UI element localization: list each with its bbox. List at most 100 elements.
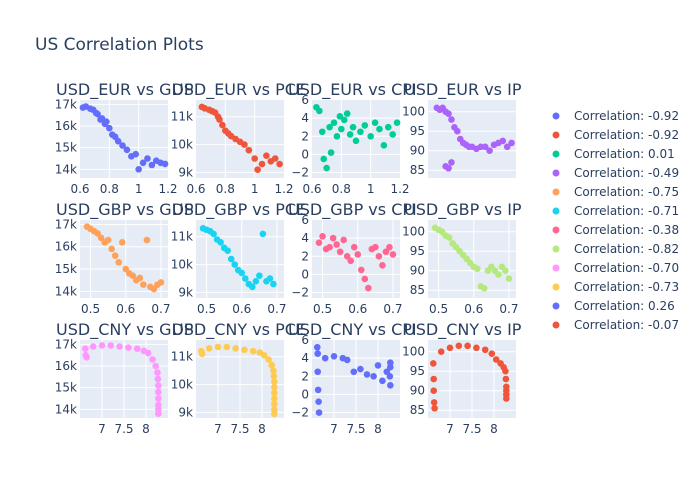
data-point[interactable]: [116, 343, 123, 350]
data-point[interactable]: [144, 155, 151, 162]
data-point[interactable]: [118, 238, 126, 246]
data-point[interactable]: [132, 150, 140, 158]
data-point[interactable]: [323, 164, 330, 172]
data-point[interactable]: [276, 160, 283, 168]
data-point[interactable]: [161, 160, 169, 168]
data-point[interactable]: [386, 372, 394, 380]
data-point[interactable]: [387, 382, 394, 389]
data-point[interactable]: [430, 399, 438, 406]
data-point[interactable]: [210, 230, 217, 238]
data-point[interactable]: [149, 356, 156, 363]
data-point[interactable]: [455, 342, 463, 350]
data-point[interactable]: [107, 342, 115, 349]
data-point[interactable]: [374, 362, 382, 369]
data-point[interactable]: [430, 375, 438, 383]
data-point[interactable]: [258, 160, 266, 168]
data-point[interactable]: [265, 356, 272, 363]
data-point[interactable]: [333, 241, 340, 248]
data-point[interactable]: [486, 147, 493, 154]
data-point[interactable]: [429, 360, 437, 367]
data-point[interactable]: [143, 236, 151, 244]
data-point[interactable]: [393, 119, 401, 126]
data-point[interactable]: [343, 356, 351, 364]
data-point[interactable]: [445, 164, 452, 172]
data-point[interactable]: [223, 343, 231, 351]
data-point[interactable]: [216, 116, 223, 123]
data-point[interactable]: [316, 107, 323, 115]
data-point[interactable]: [346, 131, 354, 138]
data-point[interactable]: [259, 230, 267, 238]
data-point[interactable]: [379, 377, 386, 385]
data-point[interactable]: [430, 387, 438, 395]
data-point[interactable]: [473, 344, 480, 352]
data-point[interactable]: [198, 350, 206, 358]
data-point[interactable]: [386, 243, 393, 251]
data-point[interactable]: [389, 251, 397, 258]
data-point[interactable]: [357, 128, 364, 136]
data-point[interactable]: [231, 261, 239, 268]
data-point[interactable]: [330, 119, 338, 126]
data-point[interactable]: [445, 110, 452, 117]
data-point[interactable]: [502, 367, 509, 375]
data-point[interactable]: [349, 123, 357, 131]
data-point[interactable]: [350, 243, 358, 251]
data-point[interactable]: [329, 234, 337, 242]
data-point[interactable]: [155, 395, 162, 402]
data-point[interactable]: [238, 269, 246, 277]
data-point[interactable]: [254, 166, 261, 173]
data-point[interactable]: [315, 409, 323, 416]
data-point[interactable]: [321, 354, 329, 362]
data-point[interactable]: [367, 132, 374, 140]
data-point[interactable]: [431, 404, 438, 412]
data-point[interactable]: [376, 125, 383, 133]
data-point[interactable]: [446, 344, 454, 352]
data-point[interactable]: [508, 139, 515, 147]
data-point[interactable]: [241, 141, 248, 148]
data-point[interactable]: [365, 284, 372, 292]
data-point[interactable]: [123, 146, 131, 154]
data-point[interactable]: [224, 247, 231, 254]
data-point[interactable]: [241, 275, 249, 282]
data-point[interactable]: [266, 275, 274, 282]
data-point[interactable]: [481, 346, 489, 354]
data-point[interactable]: [488, 350, 496, 357]
data-point[interactable]: [219, 121, 226, 129]
data-point[interactable]: [454, 127, 461, 135]
data-point[interactable]: [333, 132, 341, 140]
data-point[interactable]: [448, 159, 455, 166]
data-point[interactable]: [357, 266, 365, 274]
data-point[interactable]: [214, 343, 222, 351]
data-point[interactable]: [314, 350, 322, 357]
data-point[interactable]: [245, 146, 253, 154]
data-point[interactable]: [268, 361, 275, 369]
data-point[interactable]: [327, 149, 335, 156]
data-point[interactable]: [314, 386, 322, 394]
data-point[interactable]: [157, 279, 165, 286]
data-point[interactable]: [81, 345, 89, 352]
data-point[interactable]: [155, 388, 162, 396]
data-point[interactable]: [338, 125, 345, 133]
data-point[interactable]: [217, 238, 224, 246]
data-point[interactable]: [249, 347, 257, 355]
data-point[interactable]: [361, 122, 369, 129]
data-point[interactable]: [115, 259, 123, 266]
data-point[interactable]: [319, 233, 326, 240]
data-point[interactable]: [144, 349, 152, 357]
data-point[interactable]: [340, 236, 347, 244]
data-point[interactable]: [352, 137, 360, 145]
data-point[interactable]: [315, 398, 322, 405]
data-point[interactable]: [155, 382, 162, 389]
data-point[interactable]: [136, 274, 144, 282]
data-point[interactable]: [104, 236, 112, 244]
data-point[interactable]: [503, 395, 510, 402]
data-point[interactable]: [371, 119, 379, 126]
data-point[interactable]: [445, 234, 453, 241]
data-point[interactable]: [154, 375, 162, 383]
data-point[interactable]: [318, 128, 326, 136]
data-point[interactable]: [241, 346, 248, 354]
data-point[interactable]: [106, 124, 113, 132]
data-point[interactable]: [154, 369, 161, 376]
data-point[interactable]: [249, 283, 256, 291]
data-point[interactable]: [251, 155, 258, 162]
data-point[interactable]: [108, 245, 115, 253]
